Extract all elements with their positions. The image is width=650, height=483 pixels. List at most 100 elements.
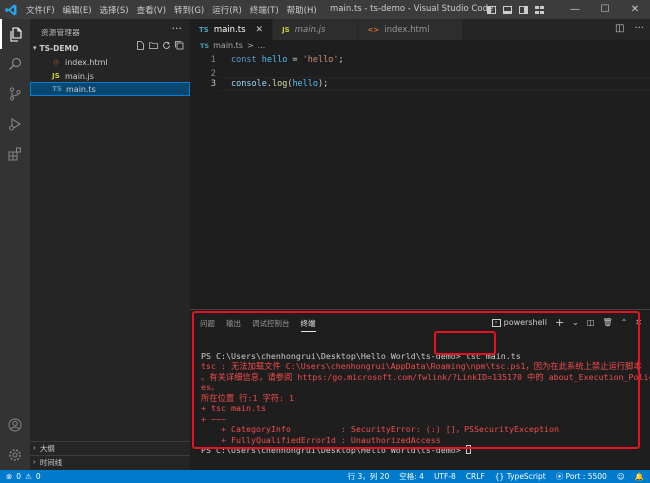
terminal-dropdown-icon[interactable]: ⌄ <box>572 318 579 327</box>
cursor-position[interactable]: 行 3，列 20 <box>348 470 390 483</box>
terminal-output[interactable]: PS C:\Users\chenhongrui\Desktop\Hello Wo… <box>201 340 650 477</box>
menu-file[interactable]: 文件(F) <box>22 4 59 16</box>
file-name: index.html <box>65 57 108 67</box>
tab-debug-console[interactable]: 调试控制台 <box>252 318 290 332</box>
toggle-secondary-sidebar-icon[interactable] <box>519 5 528 14</box>
split-editor-icon[interactable]: ◫ <box>615 23 624 34</box>
explorer-icon[interactable] <box>0 19 30 49</box>
terminal-selector[interactable]: › powershell <box>491 318 547 327</box>
run-debug-icon[interactable] <box>0 109 30 139</box>
new-terminal-button[interactable]: + <box>555 316 564 329</box>
warning-icon[interactable]: ⚠ <box>25 470 32 483</box>
close-window-button[interactable]: ✕ <box>620 0 650 19</box>
menu-view[interactable]: 查看(V) <box>133 4 170 16</box>
chevron-down-icon: ▾ <box>33 44 37 52</box>
outline-section[interactable]: › 大纲 <box>30 441 190 454</box>
code-token: log <box>271 79 288 89</box>
breadcrumb-symbol[interactable]: ... <box>258 41 266 50</box>
file-item-main-js[interactable]: JS main.js <box>30 69 190 83</box>
code-line: 1 const hello = 'hello'; <box>190 54 650 66</box>
extensions-icon[interactable] <box>0 139 30 169</box>
collapse-all-icon[interactable] <box>175 41 184 50</box>
menu-selection[interactable]: 选择(S) <box>96 4 133 16</box>
tab-label: index.html <box>384 24 430 35</box>
tab-main-js[interactable]: JS main.js <box>273 19 359 40</box>
code-token: console <box>231 79 267 89</box>
terminal-error-line: es。 <box>201 382 220 392</box>
port-label: Port : 5500 <box>565 472 607 481</box>
close-panel-icon[interactable]: ✕ <box>635 318 642 327</box>
error-icon[interactable]: ⊗ <box>6 470 12 483</box>
split-terminal-icon[interactable]: ◫ <box>587 318 595 327</box>
terminal-icon: › <box>491 318 501 327</box>
live-server-port[interactable]: ⦿ Port : 5500 <box>556 470 607 483</box>
ts-file-icon: TS <box>199 25 209 34</box>
line-number: 1 <box>210 55 216 65</box>
tab-output[interactable]: 输出 <box>226 318 241 332</box>
new-file-icon[interactable] <box>136 41 145 50</box>
more-actions-icon[interactable]: ··· <box>634 23 644 34</box>
breadcrumb: TS main.ts > ... <box>200 41 265 50</box>
panel-actions: › powershell + ⌄ ◫ 🗑 ⌃ ✕ <box>491 316 642 329</box>
terminal-line: PS C:\Users\chenhongrui\Desktop\Hello Wo… <box>201 351 641 362</box>
outline-label: 大纲 <box>39 443 55 453</box>
toggle-panel-icon[interactable] <box>503 5 512 14</box>
panel-tabs: 问题 输出 调试控制台 终端 <box>200 318 316 332</box>
timeline-section[interactable]: › 时间线 <box>30 455 190 468</box>
terminal-error-line: + FullyQualifiedErrorId : UnauthorizedAc… <box>201 434 441 445</box>
js-file-icon: JS <box>282 25 290 34</box>
menu-edit[interactable]: 编辑(E) <box>59 4 96 16</box>
sidebar-more-actions-button[interactable]: ··· <box>172 22 183 35</box>
close-tab-icon[interactable]: ✕ <box>256 25 264 35</box>
notifications-bell-icon[interactable]: 🔔 <box>635 470 644 483</box>
ts-file-icon: TS <box>200 41 210 50</box>
activity-bar <box>0 19 30 470</box>
warning-count[interactable]: 0 <box>36 470 41 483</box>
code-token: 'hello' <box>302 55 339 65</box>
menu-run[interactable]: 运行(R) <box>208 4 246 16</box>
code-token: ; <box>338 55 344 65</box>
menu-help[interactable]: 帮助(H) <box>283 4 321 16</box>
feedback-icon[interactable]: ☺ <box>617 470 625 483</box>
code-token: ); <box>318 79 329 89</box>
code-token: hello <box>261 55 288 65</box>
new-folder-icon[interactable] <box>149 41 158 50</box>
menu-go[interactable]: 转到(G) <box>170 4 208 16</box>
end-of-line[interactable]: CRLF <box>466 470 485 483</box>
indentation[interactable]: 空格: 4 <box>399 470 424 483</box>
encoding[interactable]: UTF-8 <box>434 470 456 483</box>
customize-layout-icon[interactable] <box>535 5 544 14</box>
tab-main-ts[interactable]: TS main.ts ✕ <box>190 19 274 40</box>
tab-terminal[interactable]: 终端 <box>300 318 316 332</box>
breadcrumb-separator: > <box>246 41 254 50</box>
js-file-icon: JS <box>52 72 60 80</box>
code-token: const <box>231 55 257 65</box>
editor-tabs: TS main.ts ✕ JS main.js <> index.html ◫ … <box>190 19 650 40</box>
explorer-sidebar: 资源管理器 ··· ▾ TS-DEMO ◇ index.html JS main… <box>30 19 190 470</box>
maximize-button[interactable]: ☐ <box>590 0 620 19</box>
toggle-sidebar-icon[interactable] <box>487 5 496 14</box>
tab-label: main.js <box>294 24 326 35</box>
search-icon[interactable] <box>0 49 30 79</box>
terminal-error-line: 所在位置 行:1 字符: 1 <box>201 392 295 403</box>
settings-gear-icon[interactable] <box>0 440 30 470</box>
maximize-panel-chevron-up-icon[interactable]: ⌃ <box>621 318 628 327</box>
file-item-main-ts[interactable]: TS main.ts <box>30 82 190 96</box>
tab-index-html[interactable]: <> index.html <box>358 19 463 40</box>
tab-problems[interactable]: 问题 <box>200 318 215 332</box>
code-editor[interactable]: 1 const hello = 'hello'; 2 3 console.log… <box>190 54 650 309</box>
menu-terminal[interactable]: 终端(T) <box>246 4 283 16</box>
error-count[interactable]: 0 <box>16 470 21 483</box>
refresh-icon[interactable] <box>162 41 171 50</box>
braces-icon: {} <box>494 472 505 481</box>
file-item-index-html[interactable]: ◇ index.html <box>30 55 190 69</box>
accounts-icon[interactable] <box>0 410 30 440</box>
language-mode[interactable]: {} TypeScript <box>495 470 546 483</box>
breadcrumb-file[interactable]: main.ts <box>213 41 243 50</box>
terminal-command: tsc main.ts <box>465 350 521 361</box>
source-control-icon[interactable] <box>0 79 30 109</box>
code-text: const hello = 'hello'; <box>231 54 344 66</box>
minimize-button[interactable]: — <box>560 0 590 19</box>
terminal-cursor <box>465 445 471 454</box>
kill-terminal-trash-icon[interactable]: 🗑 <box>602 318 612 327</box>
